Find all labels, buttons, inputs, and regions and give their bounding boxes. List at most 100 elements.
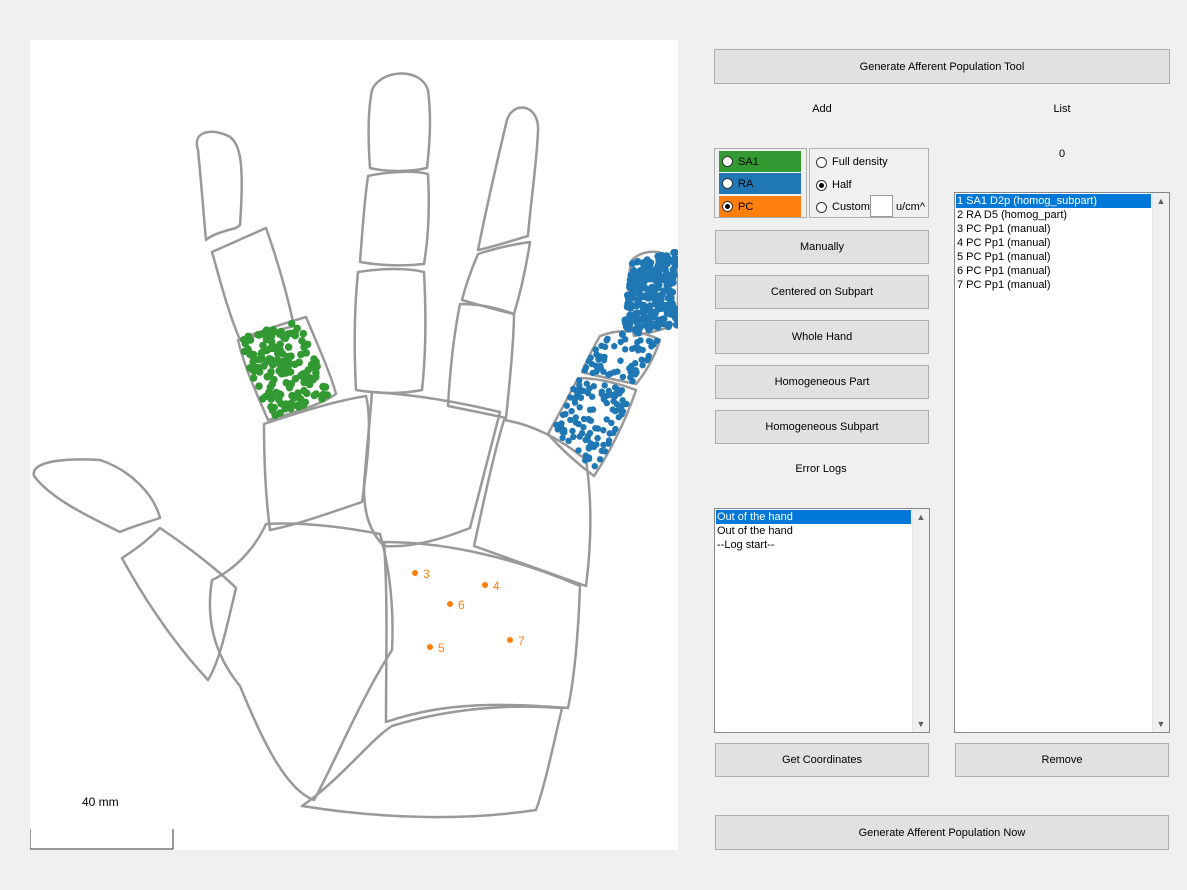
list-label: List [1053, 103, 1071, 115]
ra-afferent-dot [654, 252, 662, 260]
ra-afferent-dot [565, 437, 572, 444]
homogeneous-subpart-button[interactable]: Homogeneous Subpart [715, 410, 929, 444]
generate-tool-button[interactable]: Generate Afferent Population Tool [714, 49, 1170, 84]
get-coordinates-button[interactable]: Get Coordinates [715, 743, 929, 777]
pc-afferent-dot [507, 637, 513, 643]
custom-density-input[interactable] [870, 195, 893, 217]
ra-afferent-dot [639, 362, 646, 369]
ra-afferent-dot [629, 378, 636, 385]
sa1-afferent-dot [274, 349, 282, 358]
error-logs-label: Error Logs [795, 463, 847, 475]
population-listbox[interactable]: 1 SA1 D2p (homog_subpart) 2 RA D5 (homog… [954, 192, 1170, 733]
ra-afferent-dot [615, 414, 622, 421]
sa1-afferent-dot [249, 374, 258, 382]
ra-afferent-dot [610, 429, 617, 437]
type-sa1[interactable]: SA1 [719, 151, 801, 172]
sa1-afferent-dot [244, 332, 253, 341]
generate-now-button[interactable]: Generate Afferent Population Now [715, 815, 1169, 850]
ra-afferent-dot [576, 404, 583, 411]
sa1-afferent-dot [255, 382, 263, 391]
radio-ra[interactable] [722, 178, 733, 189]
sa1-afferent-dot [257, 349, 265, 358]
manually-button[interactable]: Manually [715, 230, 929, 264]
ra-afferent-dot [616, 390, 623, 397]
population-list-item[interactable]: 7 PC Pp1 (manual) [956, 278, 1151, 292]
ra-afferent-dot [608, 391, 615, 399]
palm-wrist [300, 705, 564, 819]
pc-point-label: 3 [423, 567, 430, 581]
radio-custom[interactable] [816, 201, 827, 213]
density-half[interactable]: Half [813, 175, 852, 195]
type-pc[interactable]: PC [719, 196, 801, 217]
type-ra[interactable]: RA [719, 173, 801, 194]
type-ra-label: RA [738, 177, 754, 190]
scroll-up-arrow-icon[interactable]: ▲ [1153, 193, 1169, 209]
radio-sa1[interactable] [722, 156, 733, 167]
population-list-item[interactable]: 5 PC Pp1 (manual) [956, 250, 1151, 264]
ra-afferent-dot [667, 294, 675, 302]
ra-afferent-dot [668, 257, 677, 266]
hand-outline [32, 72, 678, 819]
homogeneous-part-button[interactable]: Homogeneous Part [715, 365, 929, 399]
pc-afferent-dot [447, 601, 453, 607]
density-group: Full density Half Custom: u/cm^ [809, 148, 929, 218]
ra-afferent-dot [627, 363, 635, 371]
population-list-item[interactable]: 1 SA1 D2p (homog_subpart) [956, 194, 1151, 208]
ra-afferent-dot [601, 448, 609, 455]
radio-half[interactable] [816, 179, 827, 191]
sa1-afferent-dot [291, 374, 300, 383]
ra-afferent-dot [615, 406, 622, 413]
error-log-item[interactable]: Out of the hand [716, 510, 911, 524]
pc-point-label: 4 [493, 579, 500, 593]
ra-afferent-dot [577, 394, 584, 401]
sa1-afferent-dot [262, 326, 271, 335]
error-log-item[interactable]: --Log start-- [716, 538, 911, 552]
density-full[interactable]: Full density [813, 152, 888, 172]
density-half-label: Half [832, 179, 852, 191]
ra-afferent-dot [592, 425, 599, 432]
ra-afferent-dot [647, 270, 655, 278]
pc-afferent-dot [482, 582, 488, 588]
ra-afferent-dot [601, 382, 608, 389]
ra-afferent-dot [635, 287, 643, 295]
error-log-listbox[interactable]: Out of the hand Out of the hand --Log st… [714, 508, 930, 733]
ra-afferent-dot [669, 275, 677, 283]
ra-afferent-dot [600, 395, 607, 403]
population-list-item[interactable]: 4 PC Pp1 (manual) [956, 236, 1151, 250]
ra-afferent-dot [623, 303, 631, 311]
ra-afferent-dot [643, 256, 651, 264]
radio-pc[interactable] [722, 201, 733, 212]
density-custom[interactable]: Custom: [813, 197, 873, 217]
ra-afferent-dot [619, 373, 627, 381]
sa1-afferent-dot [271, 411, 279, 420]
ra-afferent-dot [572, 419, 579, 426]
error-log-item[interactable]: Out of the hand [716, 524, 911, 538]
sa1-afferent-dot [287, 404, 295, 413]
scroll-up-arrow-icon[interactable]: ▲ [913, 509, 929, 525]
sa1-afferent-dot [294, 403, 303, 411]
centered-subpart-button[interactable]: Centered on Subpart [715, 275, 929, 309]
population-list-item[interactable]: 3 PC Pp1 (manual) [956, 222, 1151, 236]
thumb-proximal [120, 526, 238, 682]
error-log-scrollbar[interactable]: ▲ ▼ [912, 509, 929, 732]
ra-afferent-dot [553, 421, 560, 428]
remove-button[interactable]: Remove [955, 743, 1169, 777]
sa1-afferent-dot [265, 388, 273, 397]
radio-full-density[interactable] [816, 156, 827, 168]
scroll-down-arrow-icon[interactable]: ▼ [913, 716, 929, 732]
population-list-scrollbar[interactable]: ▲ ▼ [1152, 193, 1169, 732]
sa1-afferent-dot [297, 350, 305, 359]
population-list-item[interactable]: 6 PC Pp1 (manual) [956, 264, 1151, 278]
whole-hand-button[interactable]: Whole Hand [715, 320, 929, 354]
ra-afferent-dot [660, 287, 668, 295]
scroll-down-arrow-icon[interactable]: ▼ [1153, 716, 1169, 732]
hand-plot[interactable]: 3 4 6 5 7 40 mm [30, 40, 678, 850]
ra-afferent-dot [572, 387, 580, 394]
ra-afferent-dot [600, 427, 607, 434]
ra-afferent-dot [586, 406, 594, 413]
middle-distal [367, 72, 432, 173]
hand-canvas[interactable]: 3 4 6 5 7 40 mm [30, 40, 678, 850]
ra-afferent-dot [601, 343, 609, 351]
afferent-type-group: SA1 RA PC [714, 148, 807, 218]
population-list-item[interactable]: 2 RA D5 (homog_part) [956, 208, 1151, 222]
